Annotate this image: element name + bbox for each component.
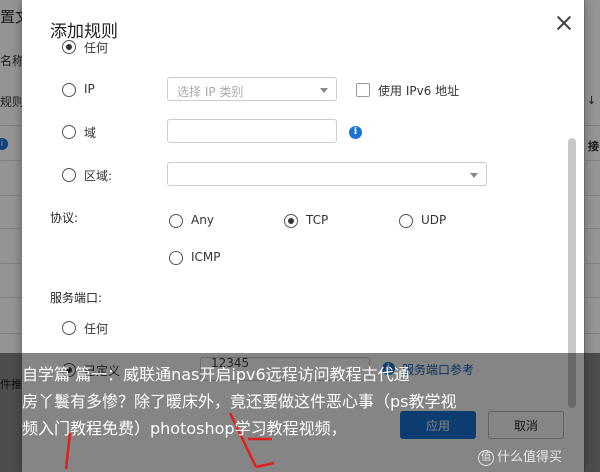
radio-protocol-udp[interactable] — [399, 214, 413, 228]
chevron-down-icon — [320, 88, 328, 93]
zone-select[interactable] — [167, 162, 487, 186]
radio-port-any-label: 任何 — [84, 322, 109, 336]
caption-line-1: 自学篇 篇一：威联通nas开启ipv6远程访问教程古代通 — [22, 365, 410, 384]
protocol-label: 协议: — [50, 211, 79, 225]
ip-category-select[interactable]: 选择 IP 类别 — [167, 77, 337, 101]
radio-source-domain-label: 域 — [84, 126, 97, 140]
radio-source-any-label: 任何 — [84, 41, 109, 55]
caption-line-2: 房丫鬟有多惨？除了暖床外，竟还要做这件恶心事（ps教学视 — [22, 392, 457, 411]
radio-source-zone[interactable] — [62, 168, 76, 182]
radio-protocol-icmp-label: ICMP — [191, 250, 221, 264]
radio-source-ip-label: IP — [84, 82, 95, 96]
radio-port-any[interactable] — [62, 321, 76, 335]
radio-source-zone-label: 区域: — [84, 169, 113, 183]
radio-protocol-any-label: Any — [191, 213, 214, 227]
radio-source-ip[interactable] — [62, 83, 76, 97]
close-icon[interactable] — [555, 14, 573, 32]
radio-protocol-tcp[interactable] — [284, 214, 298, 228]
radio-source-any[interactable] — [62, 40, 76, 54]
radio-source-domain[interactable] — [62, 125, 76, 139]
info-icon[interactable]: i — [349, 126, 362, 139]
ipv6-checkbox-label: 使用 IPv6 地址 — [378, 84, 460, 98]
ip-category-placeholder: 选择 IP 类别 — [177, 85, 244, 99]
watermark: 值什么值得买 — [478, 446, 562, 466]
radio-protocol-udp-label: UDP — [421, 213, 447, 227]
radio-protocol-tcp-label: TCP — [306, 213, 329, 227]
caption-text: 自学篇 篇一：威联通nas开启ipv6远程访问教程古代通 房丫鬟有多惨？除了暖床… — [22, 361, 582, 442]
service-port-label: 服务端口: — [50, 291, 103, 305]
watermark-text: 什么值得买 — [497, 450, 563, 465]
radio-protocol-icmp[interactable] — [169, 251, 183, 265]
radio-protocol-any[interactable] — [169, 214, 183, 228]
watermark-logo-icon: 值 — [478, 449, 494, 466]
domain-input[interactable] — [167, 119, 337, 143]
caption-line-3: 频入门教程免费）photoshop学习教程视频， — [22, 419, 347, 438]
ipv6-checkbox[interactable] — [356, 83, 370, 97]
chevron-down-icon — [470, 173, 478, 178]
